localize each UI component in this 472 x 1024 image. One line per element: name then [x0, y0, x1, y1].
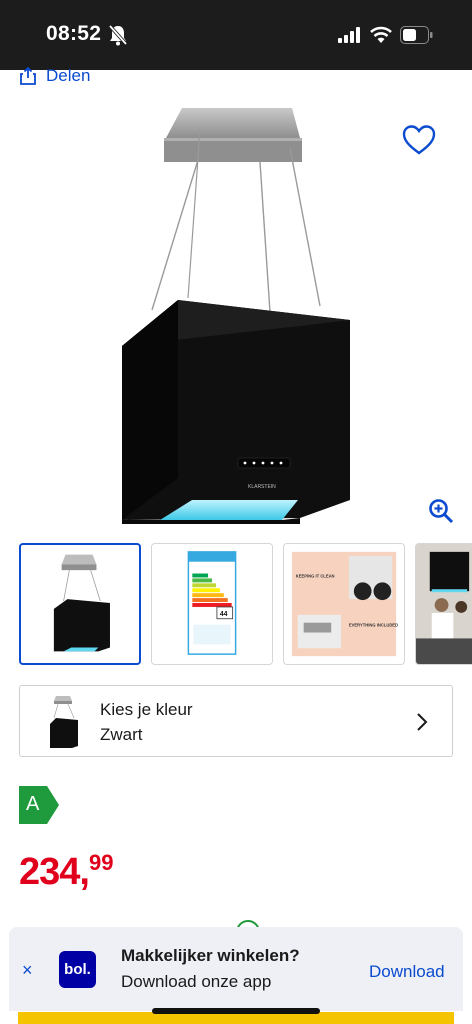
color-selector-value: Zwart — [100, 725, 143, 744]
signal-icon — [338, 27, 360, 43]
thumb-lifestyle[interactable] — [415, 543, 472, 665]
favorite-heart-icon[interactable] — [402, 124, 436, 156]
thumb-energy-label[interactable]: 44 — [151, 543, 273, 665]
feature-text-1: KEEPING IT CLEAN — [296, 573, 335, 578]
share-button[interactable]: Delen — [20, 66, 90, 86]
wifi-icon — [370, 26, 392, 43]
share-label: Delen — [46, 66, 91, 85]
thumb-features[interactable]: KEEPING IT CLEAN EVERYTHING INCLUDED — [283, 543, 405, 665]
svg-text:KLARSTEIN: KLARSTEIN — [248, 484, 276, 490]
close-banner-button[interactable]: × — [22, 960, 33, 981]
price-cents: 99 — [88, 850, 114, 875]
product-image[interactable]: KLARSTEIN — [100, 100, 390, 530]
thumb-features-image: KEEPING IT CLEAN EVERYTHING INCLUDED — [291, 551, 398, 657]
price: 234,99 — [19, 850, 113, 894]
app-download-banner: × bol. Makkelijker winkelen? Download on… — [9, 927, 463, 1011]
bell-muted-icon — [108, 24, 128, 46]
zoom-in-icon[interactable] — [428, 498, 454, 524]
thumbnail-strip[interactable]: 44 KEEPING IT CLEAN EVERYTHING INCLUDED — [19, 543, 472, 665]
energy-class-letter: A — [26, 793, 40, 815]
energy-number: 44 — [220, 611, 228, 618]
thumb-product-image — [53, 554, 110, 652]
chevron-right-icon — [417, 713, 428, 731]
price-whole: 234, — [19, 851, 90, 893]
thumb-lifestyle-image — [416, 544, 472, 664]
color-option-thumbnail — [50, 696, 78, 748]
feature-text-2: EVERYTHING INCLUDED — [349, 623, 398, 628]
banner-title: Makkelijker winkelen? — [121, 946, 300, 965]
battery-icon — [400, 26, 433, 44]
thumb-product[interactable] — [19, 543, 141, 665]
home-indicator — [152, 1008, 320, 1014]
status-bar: 08:52 — [0, 0, 472, 70]
share-icon — [20, 67, 36, 85]
status-time: 08:52 — [46, 22, 102, 45]
thumb-energy-label-image: 44 — [187, 551, 237, 655]
color-selector[interactable]: Kies je kleur Zwart — [19, 685, 453, 757]
bol-logo-icon: bol. — [59, 951, 96, 988]
banner-subtitle: Download onze app — [121, 972, 272, 991]
color-selector-label: Kies je kleur — [100, 700, 193, 719]
download-app-link[interactable]: Download — [369, 962, 445, 982]
